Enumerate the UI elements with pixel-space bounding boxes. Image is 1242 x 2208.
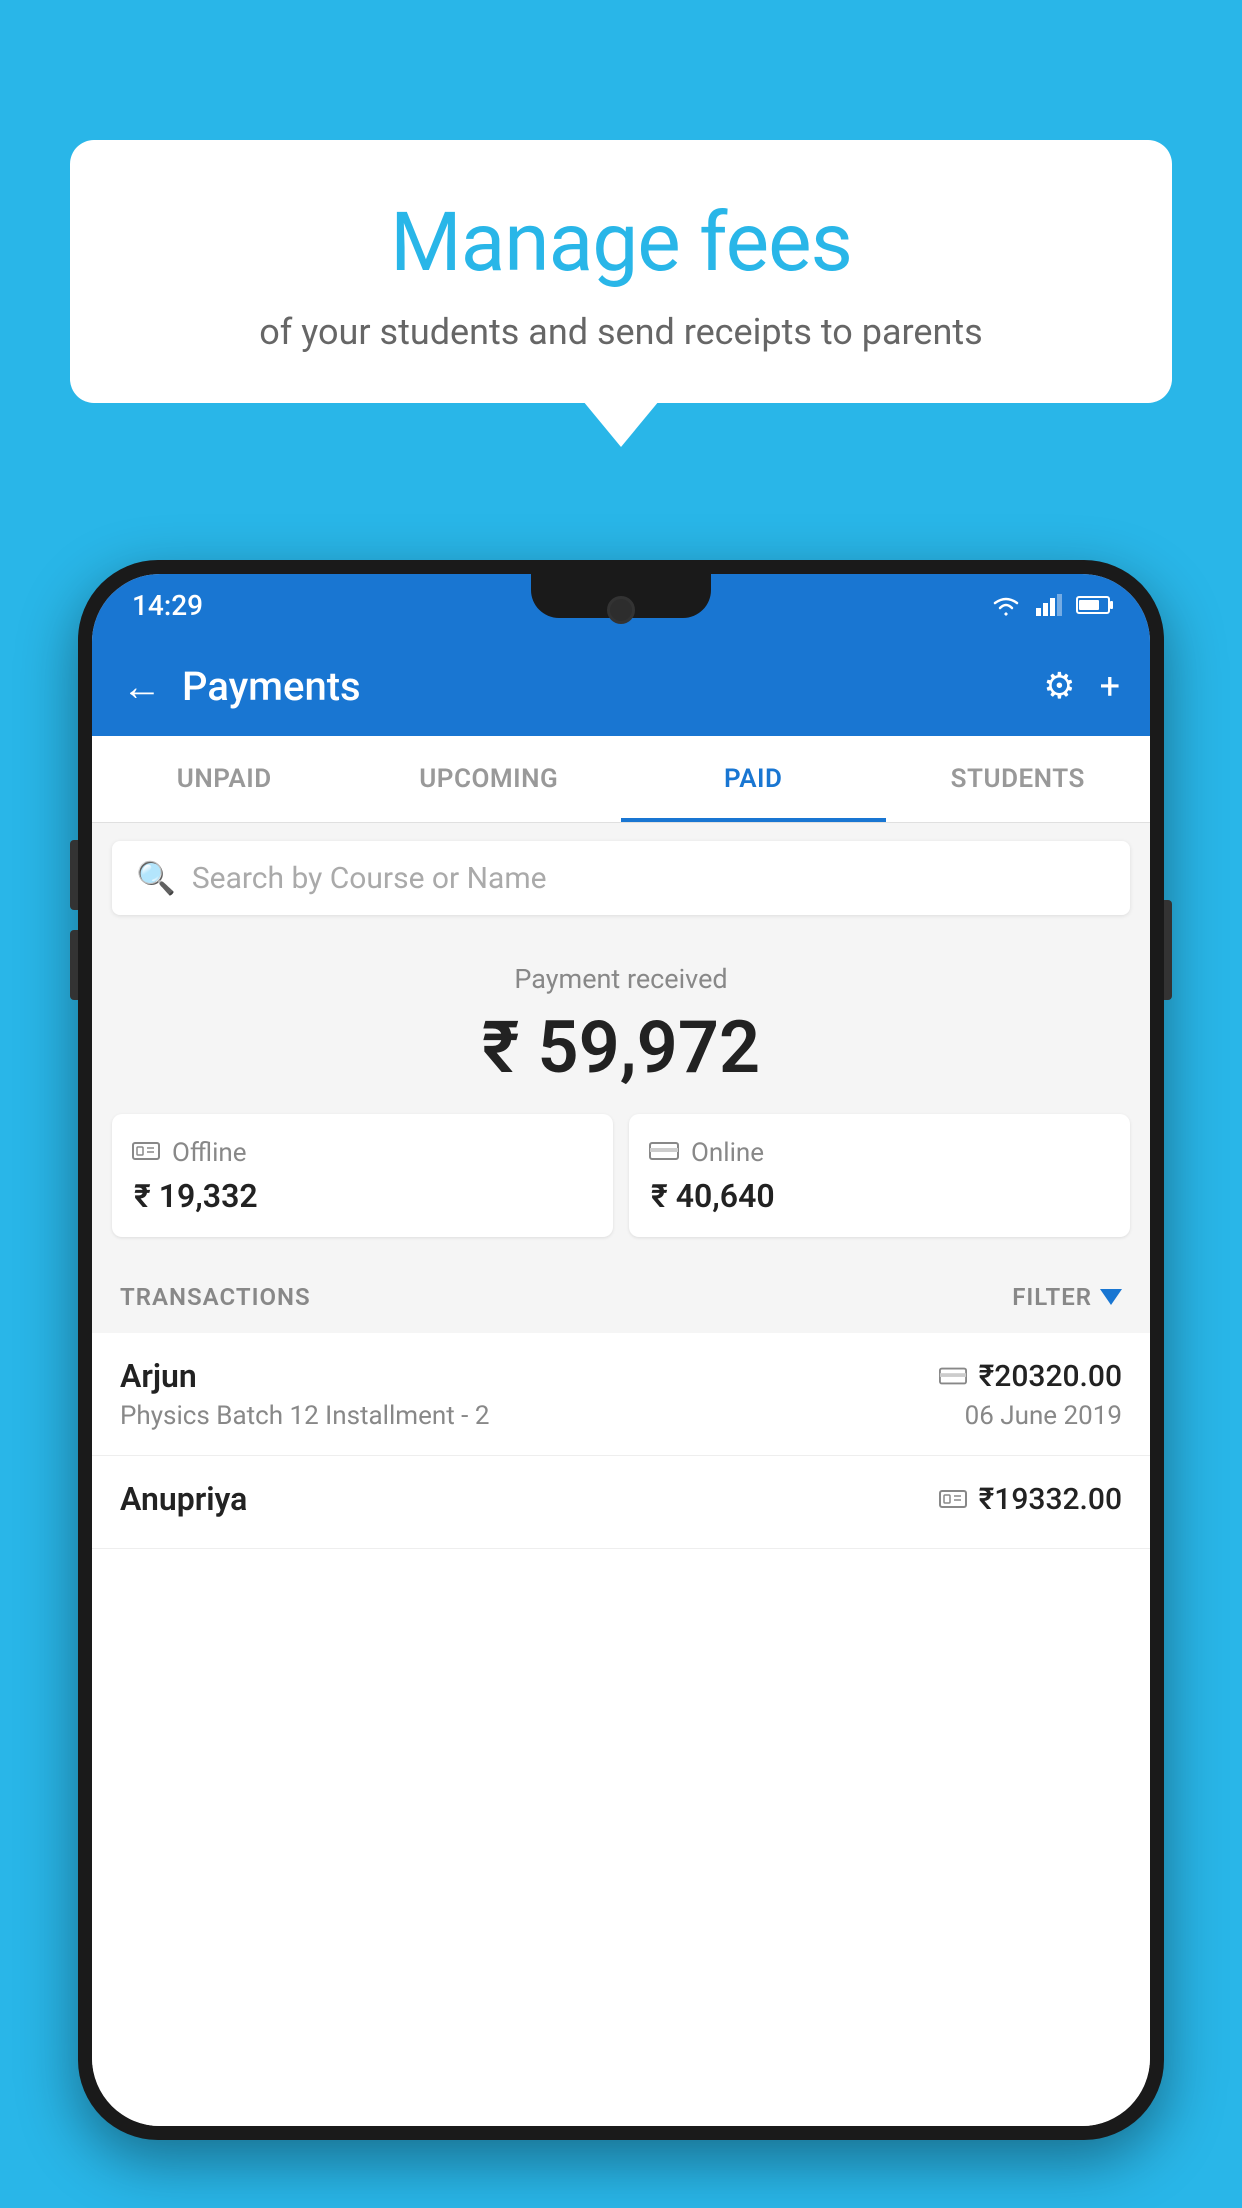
bubble-subtitle: of your students and send receipts to pa… [130,311,1112,353]
transaction-date: 06 June 2019 [965,1401,1122,1431]
payment-total-amount: ₹ 59,972 [112,1005,1130,1090]
search-bar[interactable]: 🔍 Search by Course or Name [112,841,1130,915]
online-card: Online ₹ 40,640 [629,1114,1130,1237]
offline-amount: ₹ 19,332 [132,1177,593,1215]
tab-students[interactable]: STUDENTS [886,736,1151,822]
search-placeholder: Search by Course or Name [192,861,547,896]
transactions-header: TRANSACTIONS FILTER [92,1261,1150,1333]
status-time: 14:29 [132,589,203,622]
app-bar-icons: ⚙ + [1043,665,1120,707]
search-icon: 🔍 [136,859,176,897]
status-icons [990,594,1110,616]
offline-icon [132,1136,160,1169]
filter-label: FILTER [1012,1283,1092,1311]
offline-label: Offline [172,1138,247,1168]
transaction-amount: ₹20320.00 [979,1359,1122,1394]
offline-card-header: Offline [132,1136,593,1169]
table-row[interactable]: Anupriya ₹19332.00 [92,1456,1150,1549]
back-button[interactable]: ← [122,663,162,710]
tab-unpaid[interactable]: UNPAID [92,736,357,822]
card-icon [649,1136,679,1169]
offline-card: Offline ₹ 19,332 [112,1114,613,1237]
wifi-icon [990,594,1022,616]
battery-icon [1076,596,1110,614]
signal-icon [1036,594,1062,616]
app-bar-title: Payments [182,663,1043,710]
tabs-container: UNPAID UPCOMING PAID STUDENTS [92,736,1150,823]
phone-notch [531,574,711,618]
power-button [1164,900,1172,1000]
card-payment-icon [939,1365,967,1387]
speech-bubble-section: Manage fees of your students and send re… [70,140,1172,403]
transaction-amount-wrap: ₹19332.00 [939,1482,1122,1517]
filter-button[interactable]: FILTER [1012,1283,1122,1311]
transaction-row-top: Arjun ₹20320.00 [120,1357,1122,1395]
transaction-course: Physics Batch 12 Installment - 2 [120,1401,489,1431]
table-row[interactable]: Arjun ₹20320.00 Physics Batch 12 Install… [92,1333,1150,1456]
transaction-row-bottom: Physics Batch 12 Installment - 2 06 June… [120,1401,1122,1431]
payment-summary: Payment received ₹ 59,972 [92,933,1150,1261]
online-amount: ₹ 40,640 [649,1177,1110,1215]
app-bar: ← Payments ⚙ + [92,636,1150,736]
settings-icon[interactable]: ⚙ [1043,665,1075,707]
filter-icon [1100,1289,1122,1305]
payment-cards: Offline ₹ 19,332 Online [112,1114,1130,1237]
transaction-name: Anupriya [120,1480,247,1518]
payment-received-label: Payment received [112,963,1130,995]
speech-bubble: Manage fees of your students and send re… [70,140,1172,403]
tab-paid[interactable]: PAID [621,736,886,822]
cash-payment-icon [939,1488,967,1510]
add-button[interactable]: + [1100,665,1120,707]
transaction-amount-wrap: ₹20320.00 [939,1359,1122,1394]
search-container: 🔍 Search by Course or Name [92,823,1150,933]
phone-mockup: 14:29 [78,560,1164,2140]
transaction-row-top: Anupriya ₹19332.00 [120,1480,1122,1518]
bubble-title: Manage fees [130,195,1112,291]
volume-down-button [70,930,78,1000]
phone-outer: 14:29 [78,560,1164,2140]
front-camera [607,596,635,624]
online-card-header: Online [649,1136,1110,1169]
transaction-amount: ₹19332.00 [979,1482,1122,1517]
transaction-list: Arjun ₹20320.00 Physics Batch 12 Install… [92,1333,1150,2126]
phone-screen: 14:29 [92,574,1150,2126]
online-label: Online [691,1138,764,1168]
volume-up-button [70,840,78,910]
transactions-label: TRANSACTIONS [120,1283,311,1311]
tab-upcoming[interactable]: UPCOMING [357,736,622,822]
credit-card-icon [649,1140,679,1162]
transaction-name: Arjun [120,1357,197,1395]
cash-icon [132,1140,160,1162]
